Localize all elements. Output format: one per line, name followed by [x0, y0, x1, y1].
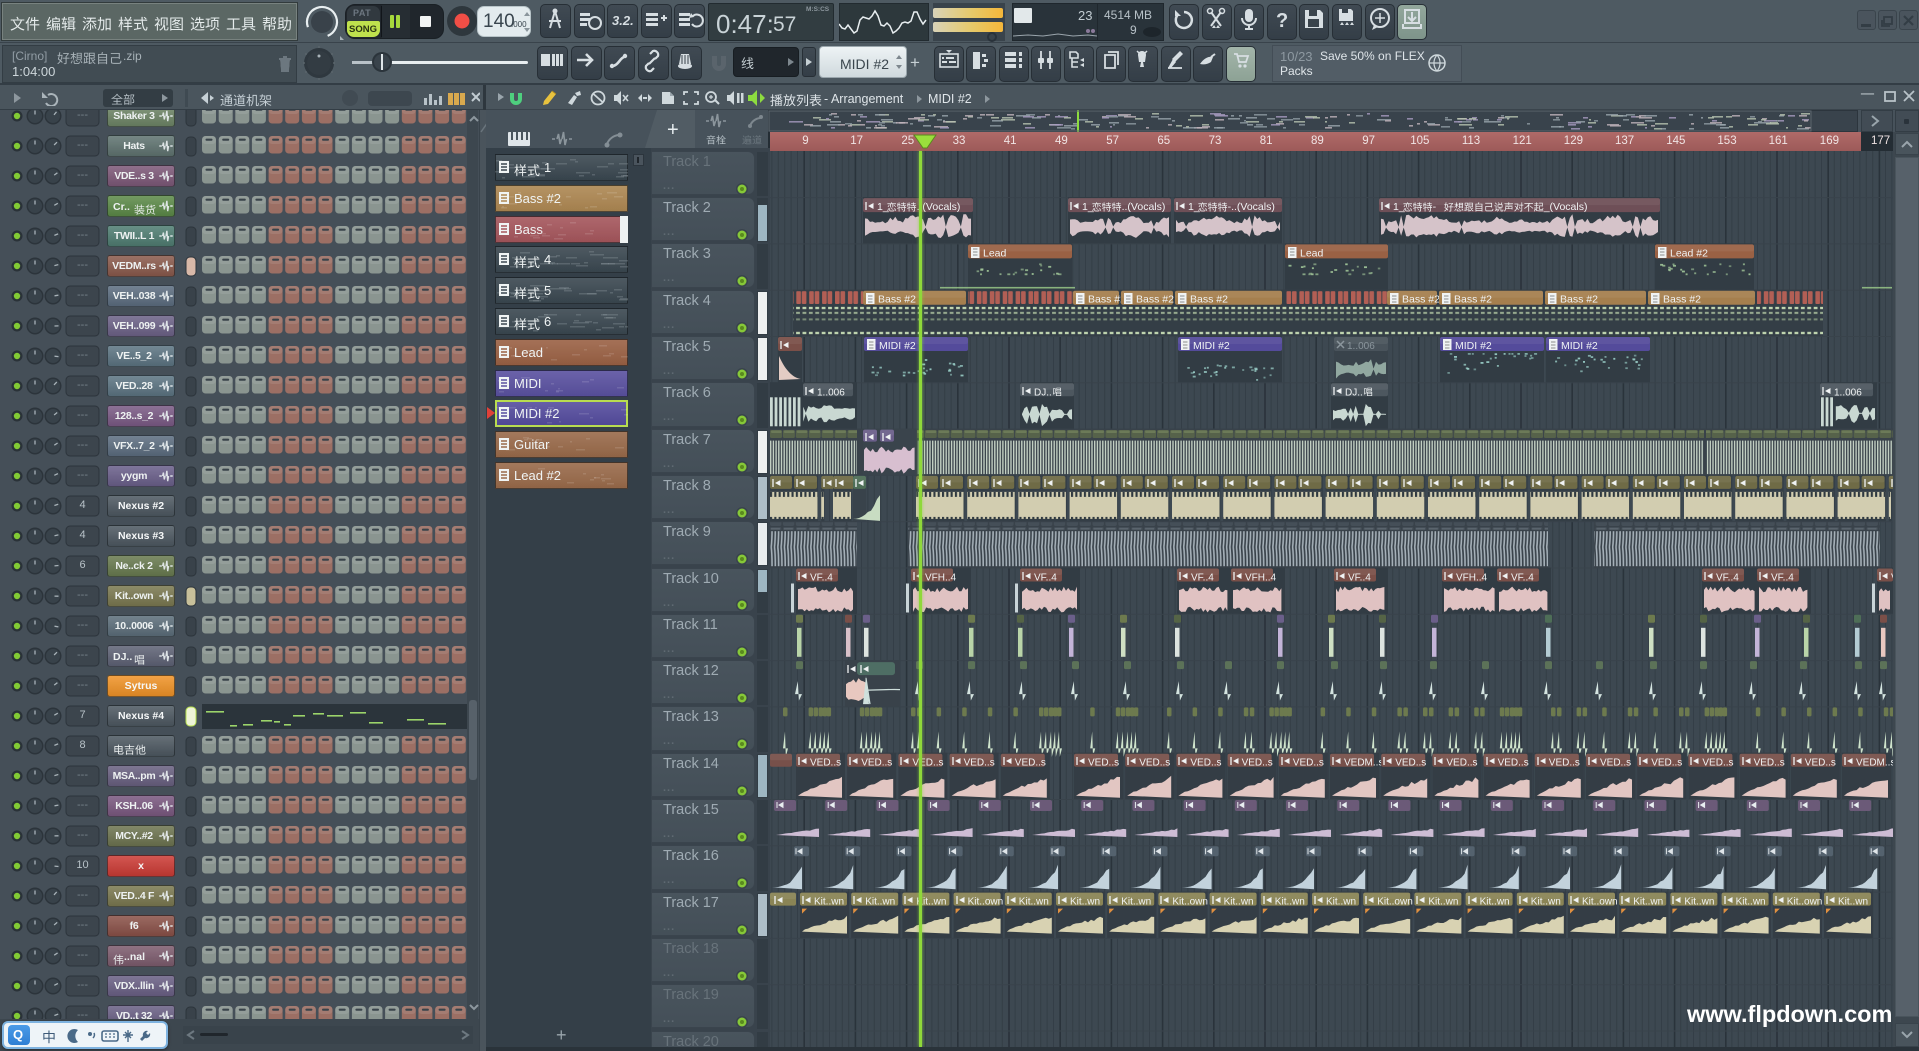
svg-text:Bass #2: Bass #2: [1088, 294, 1126, 306]
svg-text:Kit..own: Kit..own: [1172, 897, 1208, 908]
svg-text:+: +: [667, 119, 679, 141]
svg-text:VED..s: VED..s: [964, 758, 995, 769]
svg-text:Kit..wn: Kit..wn: [1275, 897, 1305, 908]
svg-text:Kit..wn: Kit..wn: [1684, 897, 1714, 908]
svg-text:DJ..: DJ..: [1345, 387, 1363, 398]
svg-text:VED..s: VED..s: [1549, 758, 1580, 769]
svg-text:Bass #2: Bass #2: [1454, 294, 1492, 306]
svg-text:VED..s: VED..s: [1190, 758, 1221, 769]
svg-text:Bass #2: Bass #2: [1190, 294, 1228, 306]
svg-text:Bass #2: Bass #2: [1136, 294, 1174, 306]
svg-text:Kit..own: Kit..own: [1582, 897, 1618, 908]
svg-text:Kit..own: Kit..own: [968, 897, 1004, 908]
svg-text:VED..s: VED..s: [1805, 758, 1836, 769]
svg-text:Kit..wn: Kit..wn: [1224, 897, 1254, 908]
svg-text:..(Vocals): ..(Vocals): [917, 201, 961, 213]
svg-text:1_: 1_: [1082, 201, 1094, 213]
svg-text:VF..4: VF..4: [1034, 573, 1057, 584]
svg-text:Lead: Lead: [983, 247, 1007, 259]
svg-text:VFH..4: VFH..4: [1456, 573, 1488, 584]
svg-text:VED..s: VED..s: [1395, 758, 1426, 769]
svg-text:1_: 1_: [1188, 201, 1200, 213]
svg-text:..(Vocals): ..(Vocals): [1122, 201, 1166, 213]
svg-text:Kit..wn: Kit..wn: [1070, 897, 1100, 908]
svg-text:3.2.: 3.2.: [612, 13, 634, 28]
svg-text:Bass #2: Bass #2: [878, 294, 916, 306]
svg-text:VF..4: VF..4: [1348, 573, 1371, 584]
svg-text:-: -: [1433, 201, 1437, 213]
svg-text:Kit..own: Kit..own: [1377, 897, 1413, 908]
svg-text:MIDI #2: MIDI #2: [1455, 340, 1492, 352]
svg-text:VED..s: VED..s: [1498, 758, 1529, 769]
svg-text:Bass #2: Bass #2: [1560, 294, 1598, 306]
svg-text:Kit..wn: Kit..wn: [1480, 897, 1510, 908]
svg-text:MIDI #2: MIDI #2: [1193, 340, 1230, 352]
svg-text:1_: 1_: [877, 201, 889, 213]
svg-text:Lead: Lead: [1300, 247, 1324, 259]
svg-text:Kit..wn: Kit..wn: [1326, 897, 1356, 908]
svg-text:?: ?: [1276, 10, 1288, 32]
svg-text:Kit..wn: Kit..wn: [1633, 897, 1663, 908]
svg-text:VED..s: VED..s: [861, 758, 892, 769]
svg-text:MIDI #2: MIDI #2: [1561, 340, 1598, 352]
svg-text:Kit..own: Kit..own: [1787, 897, 1823, 908]
svg-text:1..006: 1..006: [1834, 387, 1862, 398]
svg-text:VF..4: VF..4: [810, 573, 833, 584]
svg-text:VED..s: VED..s: [1702, 758, 1733, 769]
svg-text:Kit..wn: Kit..wn: [1531, 897, 1561, 908]
svg-text:Kit..wn: Kit..wn: [814, 897, 844, 908]
svg-text:1..006: 1..006: [1347, 341, 1375, 352]
svg-text:-..(Vocals): -..(Vocals): [1228, 201, 1275, 213]
svg-text:DJ..: DJ..: [1034, 387, 1052, 398]
svg-text:VFH..4: VFH..4: [925, 573, 957, 584]
svg-text:Bass #2: Bass #2: [1663, 294, 1701, 306]
svg-text:Kit..wn: Kit..wn: [1428, 897, 1458, 908]
svg-text:Kit..wn: Kit..wn: [1121, 897, 1151, 908]
svg-text:Kit..wn: Kit..wn: [1736, 897, 1766, 908]
svg-text:Kit..wn: Kit..wn: [865, 897, 895, 908]
svg-text:VED..s: VED..s: [1293, 758, 1324, 769]
svg-text:Kit..wn: Kit..wn: [1838, 897, 1868, 908]
svg-text:Bass #2: Bass #2: [1402, 294, 1440, 306]
svg-text:VED..s: VED..s: [912, 758, 943, 769]
svg-text:VED..s: VED..s: [1446, 758, 1477, 769]
svg-text:VF..4: VF..4: [1771, 573, 1794, 584]
svg-text:VED..s: VED..s: [810, 758, 841, 769]
svg-text:VED..s: VED..s: [1600, 758, 1631, 769]
svg-text:VEDM..s: VEDM..s: [1856, 758, 1893, 769]
svg-text:VED..s: VED..s: [1015, 758, 1046, 769]
svg-text:MIDI #2: MIDI #2: [879, 340, 916, 352]
svg-text:VF..4: VF..4: [1511, 573, 1534, 584]
svg-text:Lead #2: Lead #2: [1670, 247, 1708, 259]
svg-text:VED..s: VED..s: [1242, 758, 1273, 769]
svg-text:VED..s: VED..s: [1651, 758, 1682, 769]
svg-text:VEDM..s: VEDM..s: [1344, 758, 1383, 769]
svg-text:Kit..wn: Kit..wn: [1019, 897, 1049, 908]
svg-text:1_: 1_: [1393, 201, 1405, 213]
svg-text:VED..s: VED..s: [1754, 758, 1785, 769]
svg-text:VFH..4: VFH..4: [1245, 573, 1277, 584]
svg-text:1..006: 1..006: [817, 387, 845, 398]
svg-text:VED..s: VED..s: [1088, 758, 1119, 769]
svg-text:VED..s: VED..s: [1139, 758, 1170, 769]
svg-text:VF..4: VF..4: [1191, 573, 1214, 584]
svg-text:_(Vocals): _(Vocals): [1543, 201, 1588, 213]
svg-text:VF..4: VF..4: [1716, 573, 1739, 584]
